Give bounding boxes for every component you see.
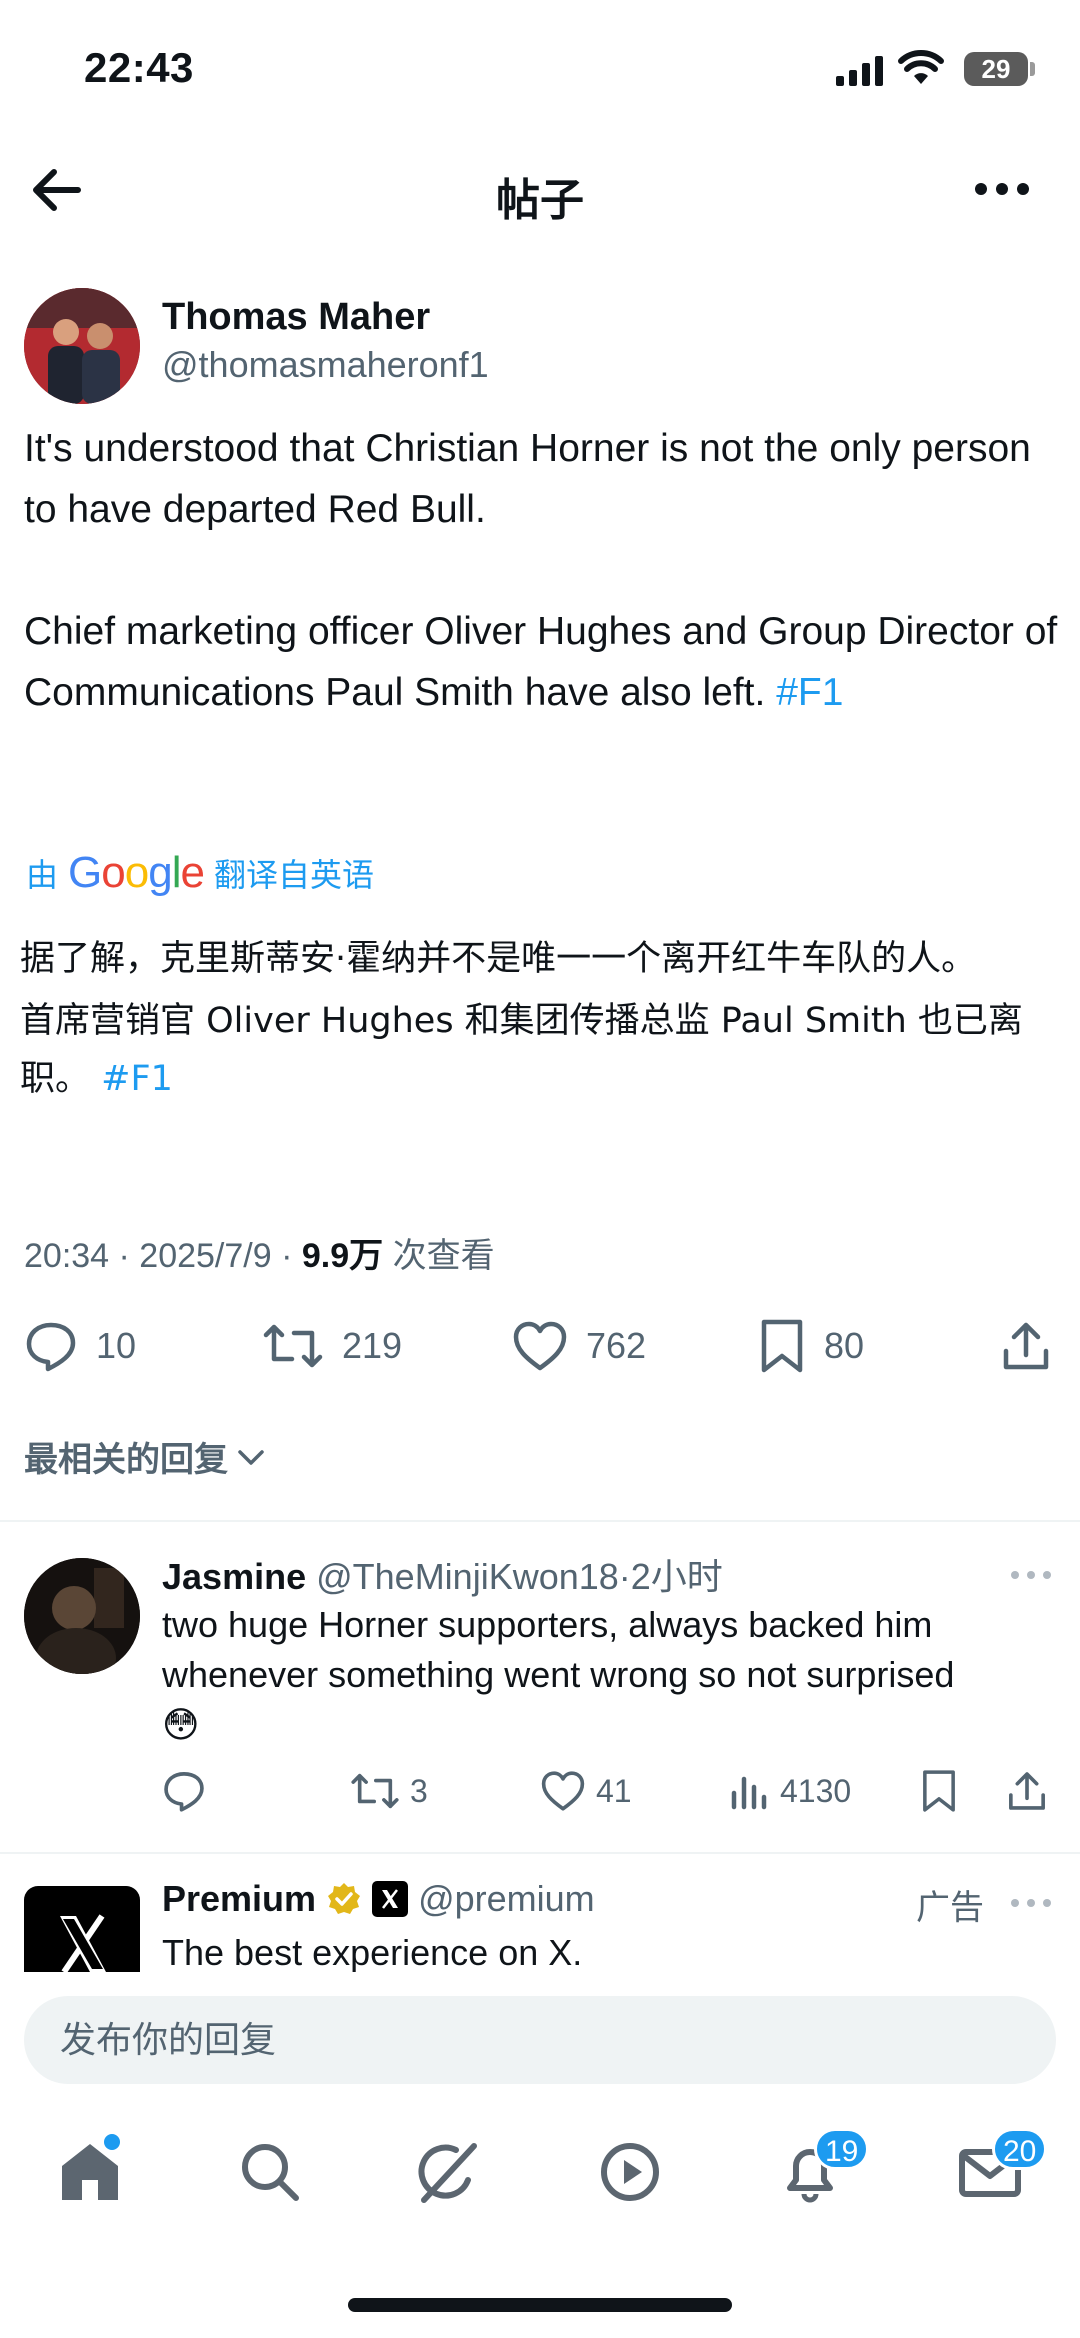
verified-badge-icon <box>328 1883 361 1914</box>
translation-hashtag-link[interactable]: #F1 <box>101 1059 173 1099</box>
bookmark-icon <box>923 1770 955 1812</box>
reply-time: ·2小时 <box>618 1556 723 1597</box>
reply-repost-action[interactable]: 3 <box>350 1766 428 1816</box>
bookmark-action[interactable]: 80 <box>758 1316 864 1376</box>
home-indicator <box>348 2298 732 2312</box>
repost-icon <box>351 1773 399 1809</box>
author-handle[interactable]: @thomasmaheronf1 <box>162 344 489 386</box>
share-action[interactable] <box>1000 1316 1052 1376</box>
divider <box>0 1520 1080 1522</box>
reply-share-action[interactable] <box>1006 1766 1048 1816</box>
nav-video[interactable] <box>594 2136 666 2208</box>
reply-text-body: two huge Horner supporters, always backe… <box>162 1604 955 1695</box>
home-new-dot <box>104 2134 120 2150</box>
translated-text: 据了解，克里斯蒂安·霍纳并不是唯一一个离开红牛车队的人。 首席营销官 Olive… <box>20 930 1060 1112</box>
play-circle-icon <box>601 2143 659 2201</box>
author-avatar[interactable] <box>24 288 140 404</box>
ad-label: 广告 <box>916 1889 984 1927</box>
battery-indicator: 29 <box>964 52 1028 86</box>
reply-views-action[interactable]: 4130 <box>730 1766 851 1816</box>
reply-icon <box>26 1322 76 1372</box>
translation-paragraph-2: 首席营销官 Oliver Hughes 和集团传播总监 Paul Smith 也… <box>20 992 1060 1108</box>
translated-by-suffix: 翻译自英语 <box>213 857 374 893</box>
repost-count: 219 <box>342 1325 403 1366</box>
heart-icon <box>513 1321 567 1371</box>
x-affiliate-icon <box>372 1881 409 1917</box>
reply-icon <box>164 1772 204 1812</box>
post-text-paragraph-1: It's understood that Christian Horner is… <box>24 427 1031 531</box>
ad-text: The best experience on X. <box>162 1932 583 1973</box>
nav-grok[interactable] <box>412 2136 484 2208</box>
reply-sort-dropdown[interactable]: 最相关的回复 <box>24 1432 266 1481</box>
search-icon <box>242 2144 299 2201</box>
wifi-icon <box>898 50 944 86</box>
bookmark-count: 80 <box>824 1325 865 1366</box>
author-name[interactable]: Thomas Maher <box>162 296 430 339</box>
share-icon <box>1009 1772 1045 1810</box>
reply-action[interactable]: 10 <box>24 1316 136 1376</box>
post-view-count[interactable]: 9.9万 <box>302 1237 383 1275</box>
google-logo-letter: e <box>180 848 205 897</box>
share-icon <box>1003 1322 1049 1370</box>
chevron-down-icon <box>238 1449 264 1465</box>
post-text-paragraph-2-text: Chief marketing officer Oliver Hughes an… <box>24 610 1058 714</box>
battery-tip <box>1030 62 1035 76</box>
repost-action[interactable]: 219 <box>262 1316 402 1376</box>
messages-badge: 20 <box>992 2128 1048 2170</box>
google-logo-text: Google <box>68 848 205 897</box>
divider <box>0 1852 1080 1854</box>
google-logo-letter: g <box>148 848 173 897</box>
ad-author-name[interactable]: Premium <box>162 1878 316 1920</box>
reply-more-icon[interactable] <box>1010 1570 1052 1580</box>
post-text-paragraph-2: Chief marketing officer Oliver Hughes an… <box>24 601 1064 723</box>
post-text: It's understood that Christian Horner is… <box>24 418 1064 723</box>
nav-search[interactable] <box>234 2136 306 2208</box>
post-views-suffix: 次查看 <box>383 1237 495 1275</box>
reply-author-handle[interactable]: @TheMinjiKwon18 <box>316 1556 619 1597</box>
reply-reply-action[interactable] <box>162 1766 216 1816</box>
hashtag-link[interactable]: #F1 <box>776 671 843 714</box>
reply-text: two huge Horner supporters, always backe… <box>162 1600 1062 1750</box>
repost-icon <box>263 1324 323 1368</box>
notifications-badge: 19 <box>814 2128 870 2170</box>
post-meta: 20:34 · 2025/7/9 · 9.9万 次查看 <box>24 1228 495 1277</box>
ad-author-handle[interactable]: @premium <box>418 1878 595 1920</box>
views-chart-icon <box>731 1776 767 1810</box>
translated-by-prefix: 由 <box>26 857 59 893</box>
status-time: 22:43 <box>84 44 194 91</box>
signal-icon <box>836 54 884 86</box>
reply-avatar[interactable] <box>24 1558 140 1674</box>
post-timestamp: 20:34 · 2025/7/9 · <box>24 1237 302 1275</box>
flushed-emoji: 😳 <box>162 1704 200 1745</box>
reply-like-action[interactable]: 41 <box>540 1766 632 1816</box>
reply-bookmark-action[interactable] <box>920 1766 958 1816</box>
translated-by-label[interactable]: 由 Google 翻译自英语 <box>26 848 374 898</box>
reply-header: Jasmine @TheMinjiKwon18·2小时 <box>162 1548 723 1600</box>
grok-icon <box>418 2143 477 2203</box>
google-logo: Google <box>68 848 205 898</box>
more-options-icon[interactable] <box>974 182 1030 196</box>
page-title: 帖子 <box>496 176 584 225</box>
reply-repost-count: 3 <box>410 1772 428 1809</box>
translation-paragraph-1: 据了解，克里斯蒂安·霍纳并不是唯一一个离开红牛车队的人。 <box>20 939 977 979</box>
bookmark-icon <box>761 1319 803 1373</box>
ad-header: Premium @premium <box>162 1878 595 1920</box>
sort-label: 最相关的回复 <box>24 1441 228 1479</box>
reply-count: 10 <box>96 1325 137 1366</box>
ad-more-icon[interactable] <box>1010 1898 1052 1908</box>
heart-icon <box>541 1771 585 1811</box>
reply-like-count: 41 <box>596 1772 632 1809</box>
reply-author-name[interactable]: Jasmine <box>162 1556 306 1597</box>
google-logo-letter: o <box>101 848 126 897</box>
google-logo-letter: o <box>124 848 150 897</box>
google-logo-letter: G <box>68 848 102 897</box>
reply-view-count: 4130 <box>780 1772 852 1809</box>
like-count: 762 <box>586 1325 647 1366</box>
like-action[interactable]: 762 <box>512 1316 646 1376</box>
reply-composer-input[interactable]: 发布你的回复 <box>24 1996 1056 2084</box>
